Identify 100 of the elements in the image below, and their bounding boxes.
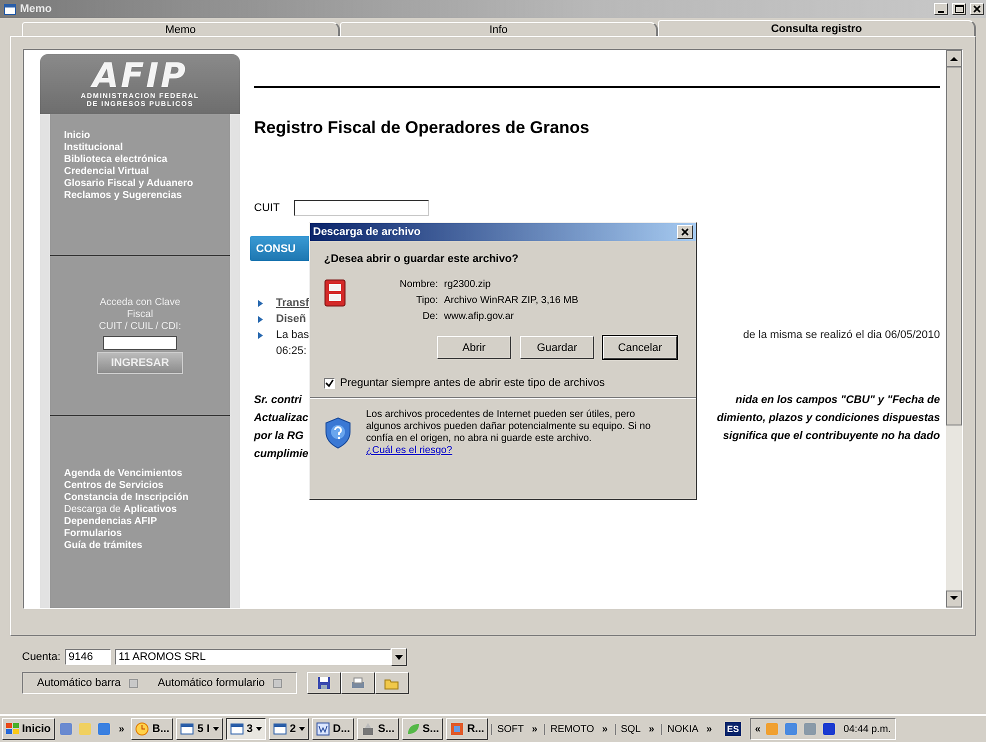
bullet-text: 06:25:: [276, 345, 307, 357]
field-label: De:: [421, 311, 438, 322]
print-button[interactable]: [340, 672, 375, 694]
checkbox[interactable]: [324, 378, 335, 388]
toolbar-label: SOFT: [497, 724, 524, 734]
field-label: Tipo:: [415, 295, 438, 306]
floppy-icon: [316, 676, 331, 690]
risk-link[interactable]: ¿Cuál es el riesgo?: [366, 445, 452, 456]
quick-launch-icon: [76, 721, 93, 737]
taskbar-button[interactable]: B...: [131, 718, 174, 740]
clock: 04:44 p.m.: [844, 724, 891, 734]
dialog-button[interactable]: Guardar: [520, 336, 594, 359]
close-icon: [973, 5, 981, 13]
page-link[interactable]: Transf: [276, 297, 310, 309]
login-id-label: CUIT / CUIL / CDI:: [98, 321, 182, 333]
close-button[interactable]: [677, 225, 693, 239]
shield-icon: [324, 417, 352, 449]
window-icon: [230, 723, 244, 735]
option-label: Automático barra: [37, 677, 121, 689]
maximize-button[interactable]: [952, 3, 966, 15]
dialog-button[interactable]: Cancelar: [603, 336, 677, 359]
app-icon: [450, 722, 464, 736]
taskbar-button[interactable]: S...: [357, 718, 399, 740]
toolbar-label: NOKIA: [667, 724, 698, 734]
scrollbar[interactable]: [946, 50, 962, 608]
notice-text: nida en los campos "CBU" y "Fecha de: [735, 394, 940, 406]
taskbar-button[interactable]: 2: [268, 718, 309, 740]
windows-logo-icon: [6, 723, 20, 735]
toolbar-label: REMOTO: [550, 724, 594, 734]
tray-toggle[interactable]: «: [754, 724, 761, 734]
account-name-field[interactable]: 11 AROMOS SRL: [114, 649, 391, 665]
bullet-text: de la misma se realizó el dia 06/05/2010: [743, 329, 940, 341]
account-code-field[interactable]: 9146: [64, 649, 111, 665]
maximize-icon: [954, 5, 964, 13]
caret-icon: [212, 727, 219, 731]
open-button[interactable]: [374, 672, 409, 694]
cuit-field[interactable]: [294, 200, 429, 216]
page-title: Registro Fiscal de Operadores de Granos: [254, 118, 590, 138]
overflow-chevron[interactable]: »: [114, 724, 128, 734]
leaf-icon: [406, 722, 420, 736]
account-label: Cuenta:: [22, 651, 61, 663]
login-field[interactable]: [103, 336, 177, 350]
tray-icon: [782, 721, 799, 737]
folder-icon: [384, 676, 400, 690]
dialog-title: Descarga de archivo: [313, 226, 422, 238]
tab[interactable]: Info: [340, 22, 658, 37]
window-icon: [4, 4, 16, 14]
bullet-text: La bas: [276, 329, 310, 341]
close-button[interactable]: [970, 3, 984, 15]
caret-icon: [256, 727, 262, 731]
minimize-button[interactable]: [934, 3, 948, 15]
save-button[interactable]: [306, 672, 341, 694]
login-prompt: Acceda con Clave Fiscal: [98, 297, 182, 321]
taskbar-button[interactable]: R...: [446, 718, 488, 740]
window-icon: [180, 723, 194, 735]
toolbar-chevron[interactable]: »: [528, 724, 542, 734]
bullet-icon: [258, 332, 263, 338]
language-indicator[interactable]: ES: [724, 722, 741, 736]
close-icon: [681, 228, 689, 236]
tab[interactable]: Memo: [22, 22, 340, 37]
caret-icon: [394, 654, 403, 660]
taskbar-button[interactable]: D...: [312, 718, 354, 740]
tray-icon: [802, 721, 818, 737]
toolbar-chevron[interactable]: »: [598, 724, 612, 734]
tray-icon: [820, 721, 837, 737]
bullet-text: Diseñ: [276, 313, 306, 325]
checkbox[interactable]: [128, 678, 138, 688]
notice-text: dimiento, plazos y condiciones dispuestas: [716, 412, 940, 424]
field-value: www.afip.gov.ar: [444, 311, 515, 322]
notice-text: cumplimie: [254, 448, 308, 460]
printer-icon: [350, 676, 365, 690]
notice-text: Actualizac: [254, 412, 308, 424]
toolbar-chevron[interactable]: »: [702, 724, 716, 734]
field-label: Nombre:: [398, 279, 438, 290]
warning-text: Los archivos procedentes de Internet pueden ser útiles, pero algunos archivos pueden dañar potencialmente su equipo. Si no confía en el origen, no abra ni guarde este archivo. ¿Cuál es el riesgo?: [366, 409, 652, 457]
dropdown-button[interactable]: [390, 648, 407, 666]
dialog-button[interactable]: Abrir: [437, 336, 511, 359]
bullet-icon: [258, 316, 263, 322]
document-icon: [316, 722, 330, 736]
clock-icon: [135, 722, 150, 736]
window-icon: [272, 723, 287, 735]
notice-text: por la RG: [254, 430, 304, 442]
taskbar-button[interactable]: 5 I: [176, 718, 223, 740]
cuit-label: CUIT: [254, 202, 280, 214]
toolbar-chevron[interactable]: »: [644, 724, 658, 734]
caret-icon: [298, 727, 305, 731]
quick-launch-icon: [96, 721, 112, 737]
taskbar-button[interactable]: S...: [402, 718, 444, 740]
checkbox-label: Preguntar siempre antes de abrir este tipo de archivos: [340, 377, 605, 389]
field-value: Archivo WinRAR ZIP, 3,16 MB: [444, 295, 578, 306]
tray-icon: [764, 721, 780, 737]
bullet-icon: [258, 300, 263, 306]
tab[interactable]: Consulta registro: [658, 20, 976, 37]
checkbox[interactable]: [272, 678, 282, 688]
logo-mark: AFIP: [92, 59, 188, 93]
window-title: Memo: [20, 3, 53, 15]
toolbar-label: SQL: [620, 724, 641, 734]
option-label: Automático formulario: [158, 677, 265, 689]
taskbar-button[interactable]: 3: [226, 718, 266, 740]
start-button[interactable]: Inicio: [2, 718, 55, 740]
